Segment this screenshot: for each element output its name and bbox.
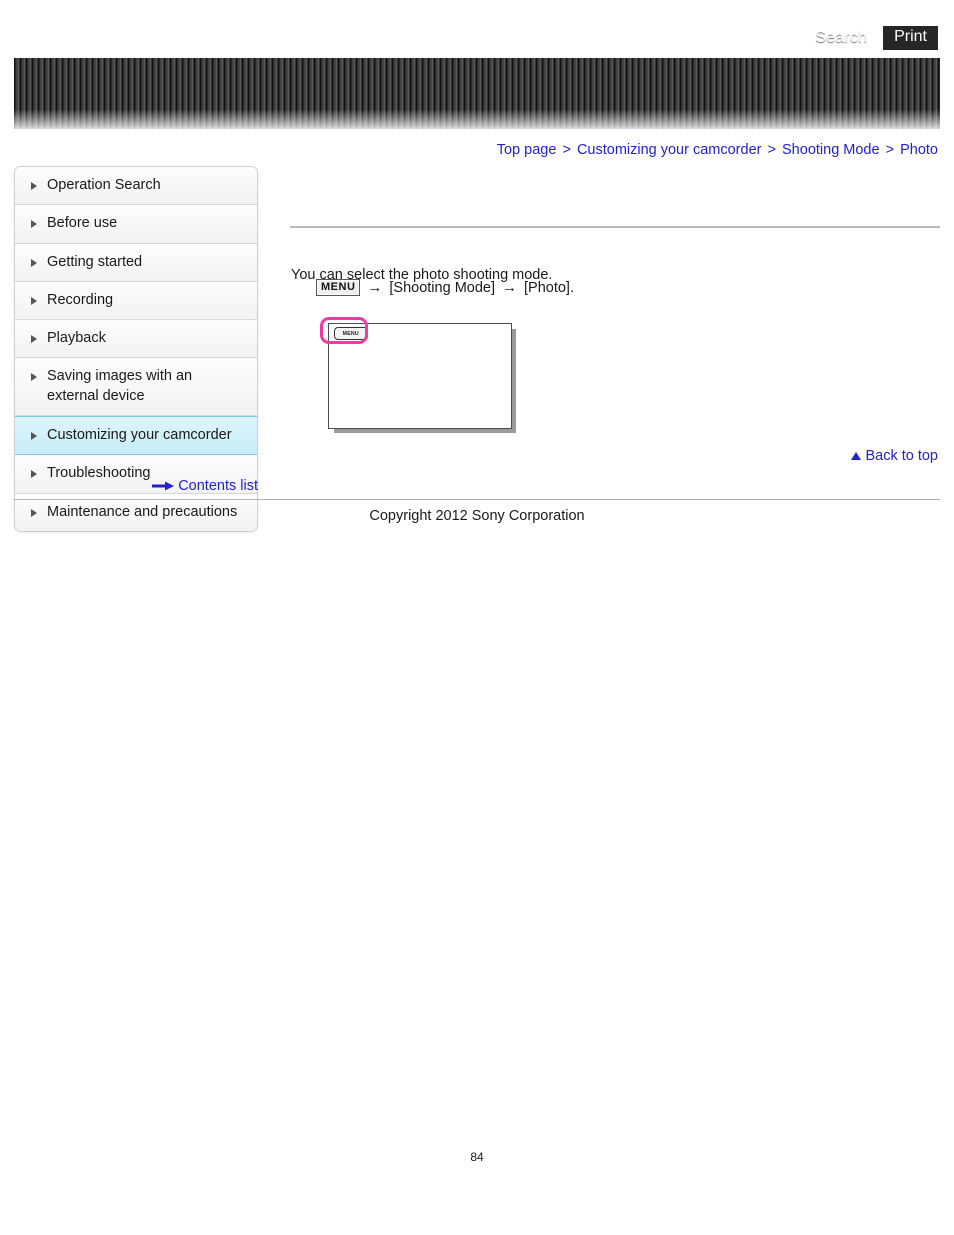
- sidebar-item-operation-search[interactable]: Operation Search: [15, 167, 257, 206]
- triangle-right-icon: [31, 258, 41, 267]
- contents-list-row: Contents list: [14, 478, 258, 494]
- copyright-text: Copyright 2012 Sony Corporation: [369, 508, 585, 524]
- back-to-top-label: Back to top: [865, 448, 938, 464]
- menu-chip-icon[interactable]: MENU: [316, 279, 361, 297]
- sidebar-item-recording[interactable]: Recording: [15, 281, 257, 321]
- sidebar-item-customizing-your-camcorder[interactable]: Customizing your camcorder: [15, 415, 257, 456]
- contents-list-link[interactable]: Contents list: [178, 478, 258, 494]
- sidebar-item-label: Saving images with an external device: [47, 368, 193, 404]
- sidebar-item-label: Before use: [47, 215, 118, 232]
- triangle-right-icon: [31, 431, 41, 440]
- sidebar-item-label: Recording: [47, 291, 114, 308]
- print-button[interactable]: Print: [881, 24, 940, 53]
- sidebar-item-before-use[interactable]: Before use: [15, 205, 257, 244]
- arrow-right-icon: [152, 481, 175, 491]
- header-actions: Search Print: [815, 24, 940, 53]
- content-top-divider: [290, 226, 940, 228]
- breadcrumb-separator: >: [885, 142, 895, 158]
- sidebar-item-label: Operation Search: [47, 177, 161, 193]
- step-target-photo: [Photo].: [524, 279, 574, 296]
- breadcrumb-item-customizing-your-camcorder[interactable]: Customizing your camcorder: [577, 142, 762, 158]
- sidebar-item-saving-images-with-an-external-device[interactable]: Saving images with an external device: [15, 358, 257, 416]
- step-instruction: MENU → [Shooting Mode] → [Photo].: [316, 279, 574, 297]
- illustration-menu-label: MENU: [342, 330, 360, 337]
- page-number: 84: [470, 1150, 484, 1164]
- step-target-shooting-mode: [Shooting Mode]: [389, 279, 495, 296]
- sidebar-item-getting-started[interactable]: Getting started: [15, 243, 257, 282]
- search-button[interactable]: Search: [815, 29, 867, 47]
- breadcrumb: Top page > Customizing your camcorder > …: [497, 142, 938, 158]
- sidebar-item-playback[interactable]: Playback: [15, 320, 257, 359]
- breadcrumb-separator: >: [767, 142, 776, 158]
- illustration-menu-button: MENU: [334, 327, 368, 340]
- breadcrumb-separator: >: [562, 142, 571, 158]
- sidebar-item-label: Getting started: [47, 253, 143, 270]
- sidebar-item-label: Playback: [47, 330, 106, 347]
- breadcrumb-item-shooting-mode[interactable]: Shooting Mode: [782, 142, 880, 158]
- arrow-right-glyph: →: [367, 279, 383, 297]
- triangle-right-icon: [31, 335, 41, 344]
- arrow-right-glyph: →: [502, 279, 517, 297]
- breadcrumb-item-photo[interactable]: Photo: [900, 142, 938, 158]
- sidebar-item-label: Customizing your camcorder: [47, 426, 232, 443]
- header-banner: [14, 58, 940, 129]
- sidebar-navigation: Operation Search Before use Getting star…: [14, 166, 258, 532]
- breadcrumb-item-top-page[interactable]: Top page: [497, 142, 557, 158]
- triangle-right-icon: [31, 296, 41, 305]
- triangle-up-icon: [851, 452, 862, 460]
- back-to-top-link[interactable]: Back to top: [851, 448, 938, 464]
- triangle-right-icon: [31, 220, 41, 229]
- camcorder-screen-illustration: MENU: [328, 323, 512, 429]
- triangle-right-icon: [31, 182, 41, 190]
- triangle-right-icon: [31, 373, 41, 382]
